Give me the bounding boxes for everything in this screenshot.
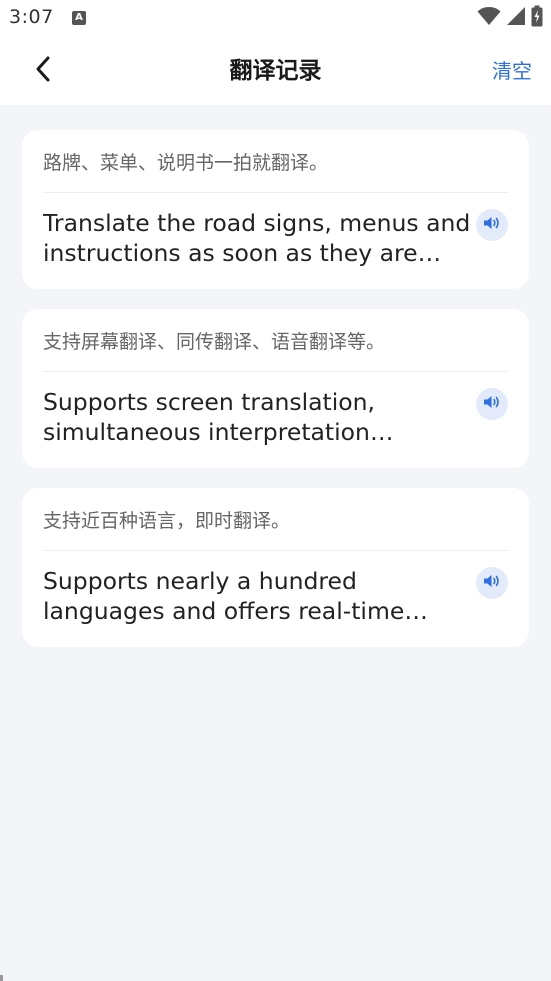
speaker-button[interactable] bbox=[476, 388, 508, 420]
source-text: 支持屏幕翻译、同传翻译、语音翻译等。 bbox=[43, 331, 386, 353]
source-text: 支持近百种语言，即时翻译。 bbox=[43, 510, 291, 532]
translation-record-card[interactable]: 支持屏幕翻译、同传翻译、语音翻译等。 Supports screen trans… bbox=[22, 309, 529, 468]
status-time: 3:07 bbox=[9, 6, 54, 28]
translation-record-card[interactable]: 路牌、菜单、说明书一拍就翻译。 Translate the road signs… bbox=[22, 130, 529, 289]
clear-button[interactable]: 清空 bbox=[492, 54, 532, 88]
speaker-icon bbox=[483, 573, 501, 593]
speaker-button[interactable] bbox=[476, 209, 508, 241]
signal-icon bbox=[506, 6, 526, 30]
header: 翻译记录 清空 bbox=[0, 38, 551, 105]
notification-a-icon: A bbox=[72, 11, 86, 25]
translated-text: Translate the road signs, menus and inst… bbox=[43, 209, 471, 267]
translated-text: Supports nearly a hundred languages and … bbox=[43, 567, 405, 625]
status-icons bbox=[477, 5, 543, 31]
edge-indicator bbox=[0, 975, 3, 981]
speaker-button[interactable] bbox=[476, 567, 508, 599]
translation-record-list: 路牌、菜单、说明书一拍就翻译。 Translate the road signs… bbox=[22, 130, 529, 667]
divider bbox=[43, 192, 508, 193]
divider bbox=[43, 550, 508, 551]
status-bar: 3:07 A bbox=[0, 0, 551, 38]
wifi-icon bbox=[477, 6, 501, 30]
translated-text: Supports screen translation, simultaneou… bbox=[43, 388, 376, 446]
speaker-icon bbox=[483, 394, 501, 414]
translation-record-card[interactable]: 支持近百种语言，即时翻译。 Supports nearly a hundred … bbox=[22, 488, 529, 647]
speaker-icon bbox=[483, 215, 501, 235]
page-title: 翻译记录 bbox=[229, 58, 322, 84]
divider bbox=[43, 371, 508, 372]
battery-icon bbox=[531, 5, 543, 31]
source-text: 路牌、菜单、说明书一拍就翻译。 bbox=[43, 152, 329, 174]
